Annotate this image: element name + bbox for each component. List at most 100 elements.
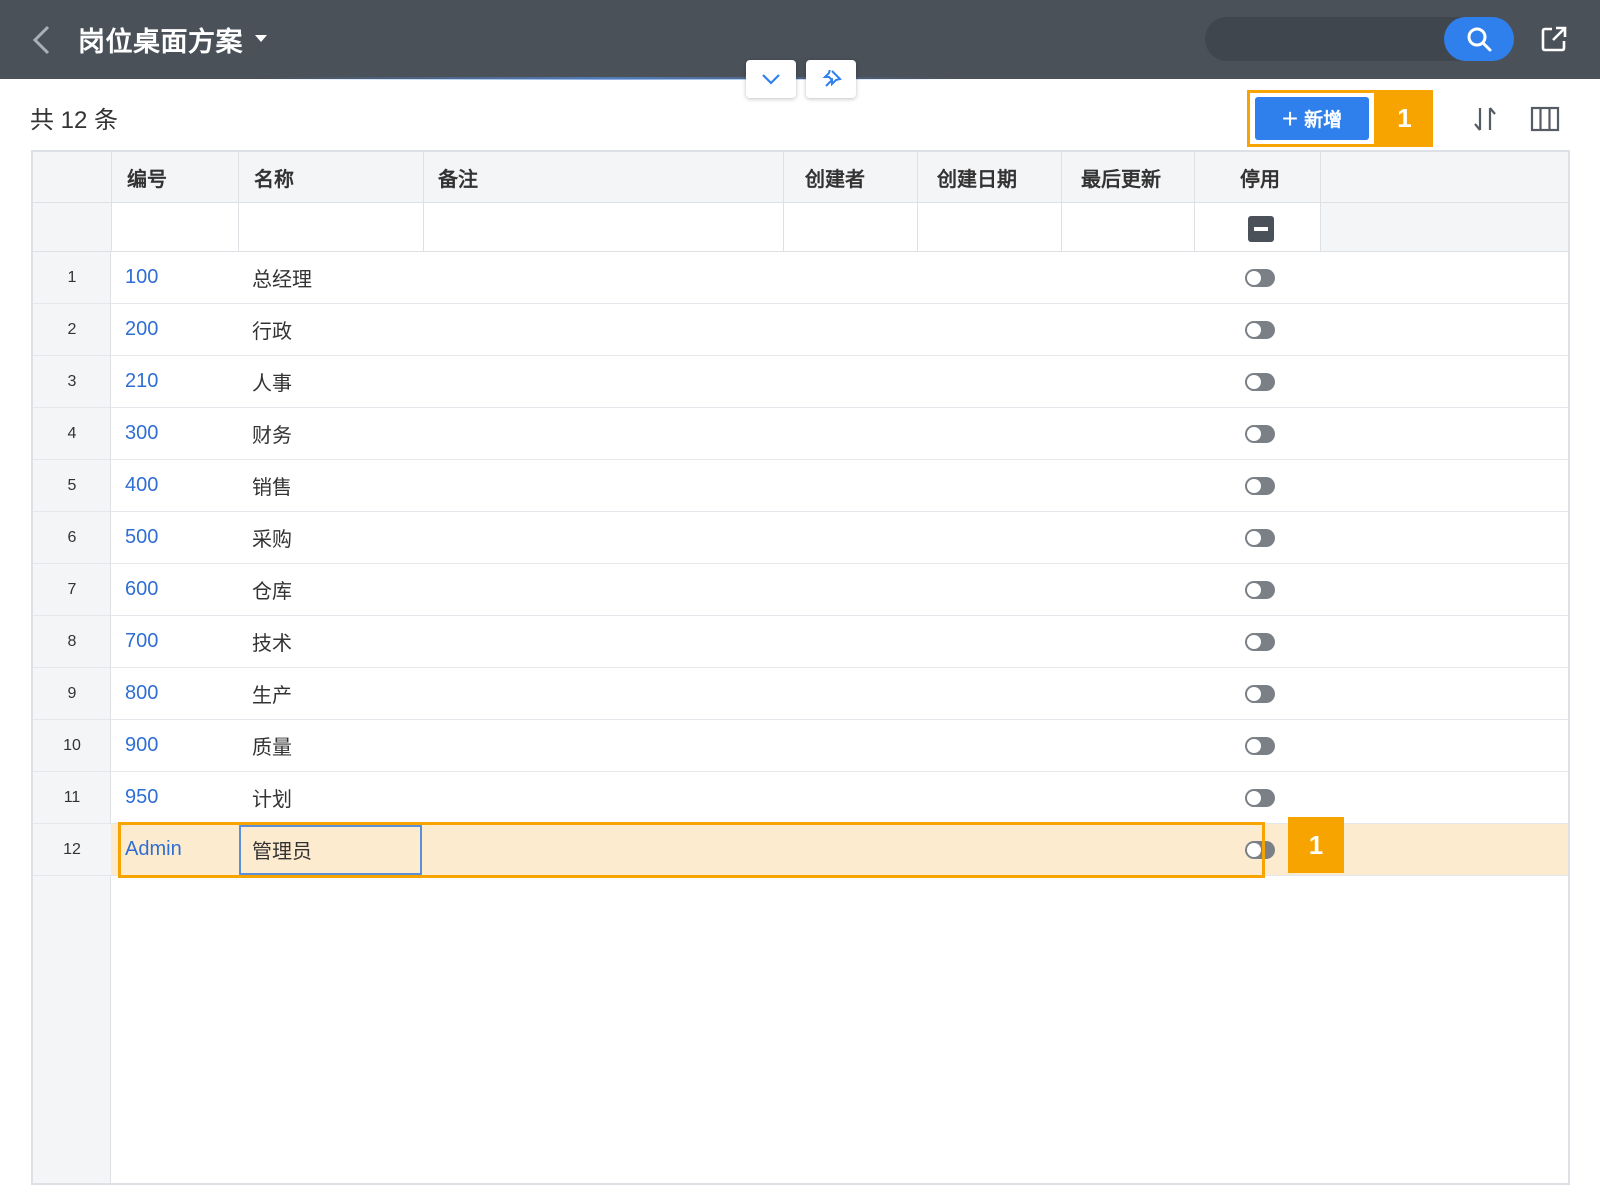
code-link[interactable]: 800 [125,668,158,719]
collapse-button[interactable] [746,60,796,98]
columns-icon[interactable] [1530,106,1560,132]
table-row[interactable]: 1 100 总经理 [33,252,1568,304]
chevron-down-icon [762,74,780,85]
disabled-toggle[interactable] [1245,685,1275,703]
page-title-dropdown[interactable]: 岗位桌面方案 [78,20,267,58]
disabled-toggle[interactable] [1245,373,1275,391]
sort-icon[interactable] [1470,104,1500,134]
disabled-toggle[interactable] [1245,477,1275,495]
filter-input-creator[interactable] [784,203,917,251]
disabled-toggle[interactable] [1245,321,1275,339]
filter-input-name[interactable] [239,203,423,251]
column-divider [1194,203,1195,251]
table-row[interactable]: 5 400 销售 [33,460,1568,512]
name-cell[interactable]: 管理员 [252,824,312,875]
column-header-remark[interactable]: 备注 [438,152,478,203]
back-chevron-icon[interactable] [30,24,52,56]
table-row[interactable]: 3 210 人事 [33,356,1568,408]
search-icon [1467,27,1492,52]
filter-input-code[interactable] [112,203,238,251]
disabled-toggle[interactable] [1245,841,1275,859]
row-number: 1 [67,268,77,286]
column-divider [917,152,918,203]
disabled-toggle[interactable] [1245,529,1275,547]
name-cell[interactable]: 生产 [252,668,292,719]
disabled-toggle[interactable] [1245,269,1275,287]
disabled-toggle[interactable] [1245,737,1275,755]
row-number: 9 [67,684,77,702]
column-divider [423,152,424,203]
column-header-creator[interactable]: 创建者 [805,152,865,203]
pin-icon [822,70,842,87]
code-link[interactable]: 600 [125,564,158,615]
disabled-toggle[interactable] [1245,633,1275,651]
top-bar: 岗位桌面方案 [0,0,1600,79]
page-title: 岗位桌面方案 [78,26,243,57]
name-cell[interactable]: 计划 [252,772,292,823]
column-divider [1061,203,1062,251]
code-link[interactable]: 300 [125,408,158,459]
code-link[interactable]: 200 [125,304,158,355]
code-link[interactable]: 400 [125,460,158,511]
add-button[interactable]: + 新增 [1255,97,1369,140]
row-number: 4 [67,424,77,442]
name-cell[interactable]: 技术 [252,616,292,667]
column-divider [1320,203,1321,251]
name-cell[interactable]: 销售 [252,460,292,511]
code-link[interactable]: 210 [125,356,158,407]
table-row[interactable]: 7 600 仓库 [33,564,1568,616]
column-divider [1320,152,1321,203]
column-divider [111,203,112,251]
search-button[interactable] [1444,17,1514,61]
code-link[interactable]: 700 [125,616,158,667]
code-link[interactable]: Admin [125,824,182,875]
code-link[interactable]: 900 [125,720,158,771]
code-link[interactable]: 100 [125,252,158,303]
filter-input-created-date[interactable] [918,203,1061,251]
filter-input-last-updated[interactable] [1062,203,1194,251]
name-cell[interactable]: 总经理 [252,252,312,303]
name-cell[interactable]: 仓库 [252,564,292,615]
row-number: 6 [67,528,77,546]
column-divider [783,203,784,251]
open-external-icon[interactable] [1540,25,1568,53]
column-header-name[interactable]: 名称 [254,152,294,203]
filter-input-remark[interactable] [424,203,783,251]
data-table: 编号 名称 备注 创建者 创建日期 最后更新 停用 1 100 总经理 2 20… [31,150,1570,1185]
annotation-badge: 1 [1376,90,1433,147]
code-link[interactable]: 500 [125,512,158,563]
table-row[interactable]: 2 200 行政 [33,304,1568,356]
column-divider [1061,152,1062,203]
table-row[interactable]: 6 500 采购 [33,512,1568,564]
code-link[interactable]: 950 [125,772,158,823]
column-divider [111,152,112,203]
row-number: 3 [67,372,77,390]
caret-down-icon [255,35,267,42]
disabled-toggle[interactable] [1245,581,1275,599]
table-row[interactable]: 8 700 技术 [33,616,1568,668]
disabled-toggle[interactable] [1245,425,1275,443]
row-number: 2 [67,320,77,338]
table-row[interactable]: 4 300 财务 [33,408,1568,460]
name-cell[interactable]: 质量 [252,720,292,771]
column-divider [423,203,424,251]
disabled-filter-checkbox[interactable] [1248,216,1274,242]
name-cell[interactable]: 行政 [252,304,292,355]
add-button-label: 新增 [1304,110,1343,131]
column-header-last-updated[interactable]: 最后更新 [1081,152,1161,203]
column-divider [917,203,918,251]
row-number: 10 [63,736,81,754]
name-cell[interactable]: 采购 [252,512,292,563]
row-number: 8 [67,632,77,650]
disabled-toggle[interactable] [1245,789,1275,807]
name-cell[interactable]: 人事 [252,356,292,407]
column-header-disabled[interactable]: 停用 [1240,152,1280,203]
table-row[interactable]: 10 900 质量 [33,720,1568,772]
row-number: 11 [63,788,81,806]
pin-button[interactable] [806,60,856,98]
filter-row [33,203,1568,252]
table-row[interactable]: 9 800 生产 [33,668,1568,720]
name-cell[interactable]: 财务 [252,408,292,459]
column-header-created-date[interactable]: 创建日期 [937,152,1017,203]
column-header-code[interactable]: 编号 [127,152,167,203]
